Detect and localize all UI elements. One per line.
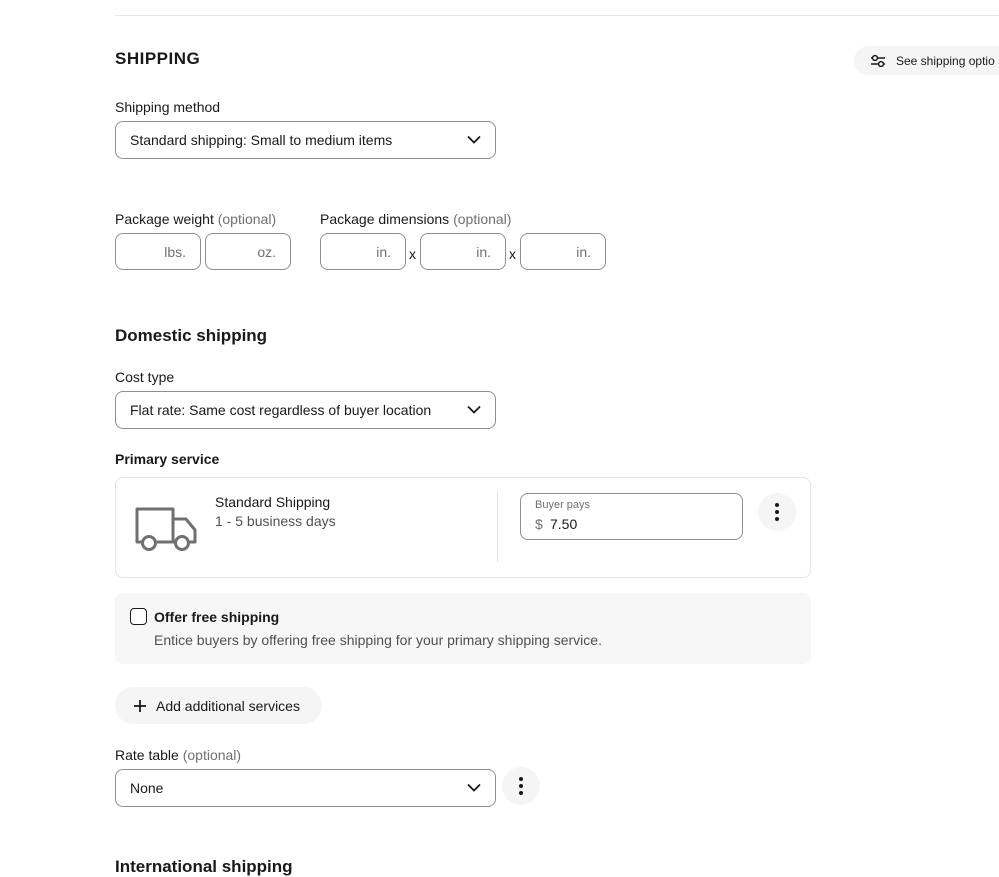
dimension-separator: x	[509, 246, 516, 262]
primary-service-label: Primary service	[115, 451, 220, 467]
service-name: Standard Shipping	[215, 494, 331, 510]
package-weight-text: Package weight	[115, 211, 214, 227]
currency-symbol: $	[535, 516, 543, 532]
add-additional-services-label: Add additional services	[156, 697, 300, 714]
chevron-down-icon	[467, 783, 481, 792]
add-additional-services-button[interactable]: Add additional services	[115, 687, 322, 724]
service-delivery-time: 1 - 5 business days	[215, 513, 336, 529]
optional-tag: (optional)	[453, 211, 512, 227]
domestic-shipping-heading: Domestic shipping	[115, 326, 268, 345]
see-shipping-options-button[interactable]: See shipping optio	[854, 46, 999, 75]
card-divider	[497, 492, 498, 562]
rate-table-value: None	[130, 780, 164, 796]
buyer-pays-label: Buyer pays	[535, 499, 591, 511]
buyer-pays-value: 7.50	[550, 516, 578, 532]
unit-label: in.	[476, 243, 491, 260]
package-dimensions-text: Package dimensions	[320, 211, 450, 227]
more-vertical-icon	[519, 777, 523, 795]
shipping-method-select[interactable]: Standard shipping: Small to medium items	[115, 121, 496, 159]
optional-tag: (optional)	[182, 747, 242, 763]
dimension-height-input[interactable]: in.	[520, 233, 606, 270]
unit-label: in.	[376, 243, 391, 260]
plus-icon	[134, 699, 146, 712]
dimension-width-input[interactable]: in.	[420, 233, 506, 270]
weight-oz-input[interactable]: oz.	[205, 233, 291, 270]
service-more-button[interactable]	[758, 493, 796, 531]
free-shipping-checkbox[interactable]	[130, 608, 147, 625]
unit-label: lbs.	[164, 243, 186, 260]
top-divider	[115, 15, 999, 16]
rate-table-more-button[interactable]	[502, 767, 540, 805]
package-dimensions-label: Package dimensions (optional)	[320, 211, 511, 227]
section-title: SHIPPING	[115, 49, 201, 68]
free-shipping-panel: Offer free shipping Entice buyers by off…	[115, 593, 811, 664]
shipping-method-label: Shipping method	[115, 99, 221, 115]
dimension-length-input[interactable]: in.	[320, 233, 406, 270]
international-shipping-heading: International shipping	[115, 857, 293, 876]
sliders-icon	[871, 54, 885, 67]
rate-table-label: Rate table (optional)	[115, 747, 241, 763]
package-weight-label: Package weight (optional)	[115, 211, 276, 227]
cost-type-value: Flat rate: Same cost regardless of buyer…	[130, 402, 432, 418]
free-shipping-title: Offer free shipping	[154, 609, 280, 625]
rate-table-select[interactable]: None	[115, 769, 496, 807]
weight-lbs-input[interactable]: lbs.	[115, 233, 201, 270]
primary-service-card[interactable]: Standard Shipping 1 - 5 business days Bu…	[115, 477, 811, 578]
unit-label: in.	[576, 243, 591, 260]
optional-tag: (optional)	[217, 211, 277, 227]
rate-table-text: Rate table	[115, 747, 179, 763]
shipping-method-value: Standard shipping: Small to medium items	[130, 132, 393, 148]
buyer-pays-input[interactable]: Buyer pays $ 7.50	[520, 493, 743, 540]
cost-type-label: Cost type	[115, 369, 175, 385]
chevron-down-icon	[467, 405, 481, 414]
see-shipping-options-label: See shipping optio	[896, 53, 995, 68]
dimension-separator: x	[409, 246, 416, 262]
chevron-down-icon	[467, 135, 481, 144]
truck-icon	[135, 507, 197, 551]
free-shipping-description: Entice buyers by offering free shipping …	[154, 632, 602, 648]
more-vertical-icon	[775, 503, 779, 521]
unit-label: oz.	[257, 243, 276, 260]
cost-type-select[interactable]: Flat rate: Same cost regardless of buyer…	[115, 391, 496, 429]
